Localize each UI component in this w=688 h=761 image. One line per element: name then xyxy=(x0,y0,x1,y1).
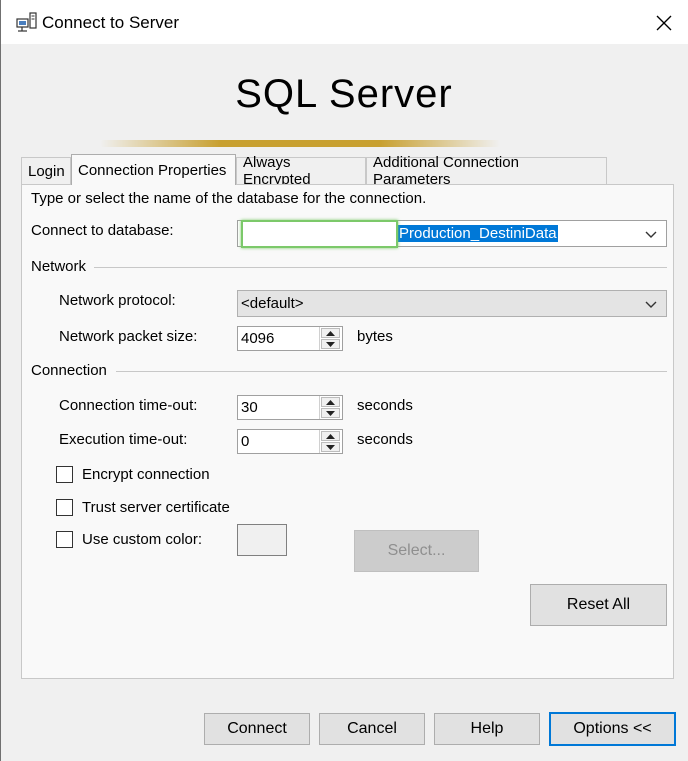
packet-size-value: 4096 xyxy=(241,330,275,347)
network-section-divider xyxy=(94,267,667,268)
connection-timeout-stepper[interactable]: 30 xyxy=(237,395,343,420)
options-button[interactable]: Options << xyxy=(549,712,676,746)
connect-button[interactable]: Connect xyxy=(204,713,310,745)
network-protocol-value: <default> xyxy=(241,295,304,312)
tab-connection-properties[interactable]: Connection Properties xyxy=(71,154,236,185)
packet-size-stepper[interactable]: 4096 xyxy=(237,326,343,351)
trust-server-certificate-label[interactable]: Trust server certificate xyxy=(82,499,230,516)
spin-down-icon[interactable] xyxy=(321,339,340,349)
close-button[interactable] xyxy=(648,8,680,38)
spin-up-icon[interactable] xyxy=(321,397,340,407)
tab-login[interactable]: Login xyxy=(21,157,71,184)
connect-to-database-label: Connect to database: xyxy=(31,222,174,239)
use-custom-color-checkbox[interactable] xyxy=(56,531,73,548)
network-protocol-label: Network protocol: xyxy=(59,292,176,309)
encrypt-connection-checkbox[interactable] xyxy=(56,466,73,483)
use-custom-color-label[interactable]: Use custom color: xyxy=(82,531,202,548)
execution-timeout-stepper[interactable]: 0 xyxy=(237,429,343,454)
connection-timeout-unit: seconds xyxy=(357,397,413,414)
window-title: Connect to Server xyxy=(42,13,180,32)
reset-all-button[interactable]: Reset All xyxy=(530,584,667,626)
banner-accent-line xyxy=(100,140,500,147)
server-connect-icon xyxy=(16,12,37,32)
connection-timeout-label: Connection time-out: xyxy=(59,397,198,414)
packet-size-unit: bytes xyxy=(357,328,393,345)
chevron-down-icon[interactable] xyxy=(644,229,658,239)
spin-down-icon[interactable] xyxy=(321,442,340,452)
encrypt-connection-label[interactable]: Encrypt connection xyxy=(82,466,210,483)
spin-up-icon[interactable] xyxy=(321,431,340,441)
database-input-focus[interactable] xyxy=(241,220,398,248)
network-packet-size-label: Network packet size: xyxy=(59,328,198,345)
trust-server-certificate-checkbox[interactable] xyxy=(56,499,73,516)
cancel-button[interactable]: Cancel xyxy=(319,713,425,745)
tab-additional-connection-parameters[interactable]: Additional Connection Parameters xyxy=(366,154,607,188)
chevron-down-icon[interactable] xyxy=(644,299,658,309)
execution-timeout-label: Execution time-out: xyxy=(59,431,188,448)
help-button[interactable]: Help xyxy=(434,713,540,745)
connection-timeout-value: 30 xyxy=(241,399,258,416)
connection-section-divider xyxy=(116,371,667,372)
execution-timeout-spin-buttons xyxy=(319,430,342,453)
spin-down-icon[interactable] xyxy=(321,408,340,418)
tab-always-encrypted[interactable]: Always Encrypted xyxy=(236,154,366,188)
close-icon xyxy=(656,15,672,31)
product-title: SQL Server xyxy=(235,72,453,116)
custom-color-swatch xyxy=(237,524,287,556)
connection-section-title: Connection xyxy=(31,362,107,379)
packet-size-spin-buttons xyxy=(319,327,342,350)
instructions-text: Type or select the name of the database … xyxy=(31,190,427,207)
spin-up-icon[interactable] xyxy=(321,328,340,338)
execution-timeout-unit: seconds xyxy=(357,431,413,448)
execution-timeout-value: 0 xyxy=(241,433,250,450)
title-bar: Connect to Server xyxy=(0,0,688,44)
connection-timeout-spin-buttons xyxy=(319,396,342,419)
database-value: Production_DestiniData xyxy=(398,225,558,242)
select-color-button[interactable]: Select... xyxy=(354,530,479,572)
network-protocol-select[interactable]: <default> xyxy=(237,290,667,317)
network-section-title: Network xyxy=(31,258,87,275)
